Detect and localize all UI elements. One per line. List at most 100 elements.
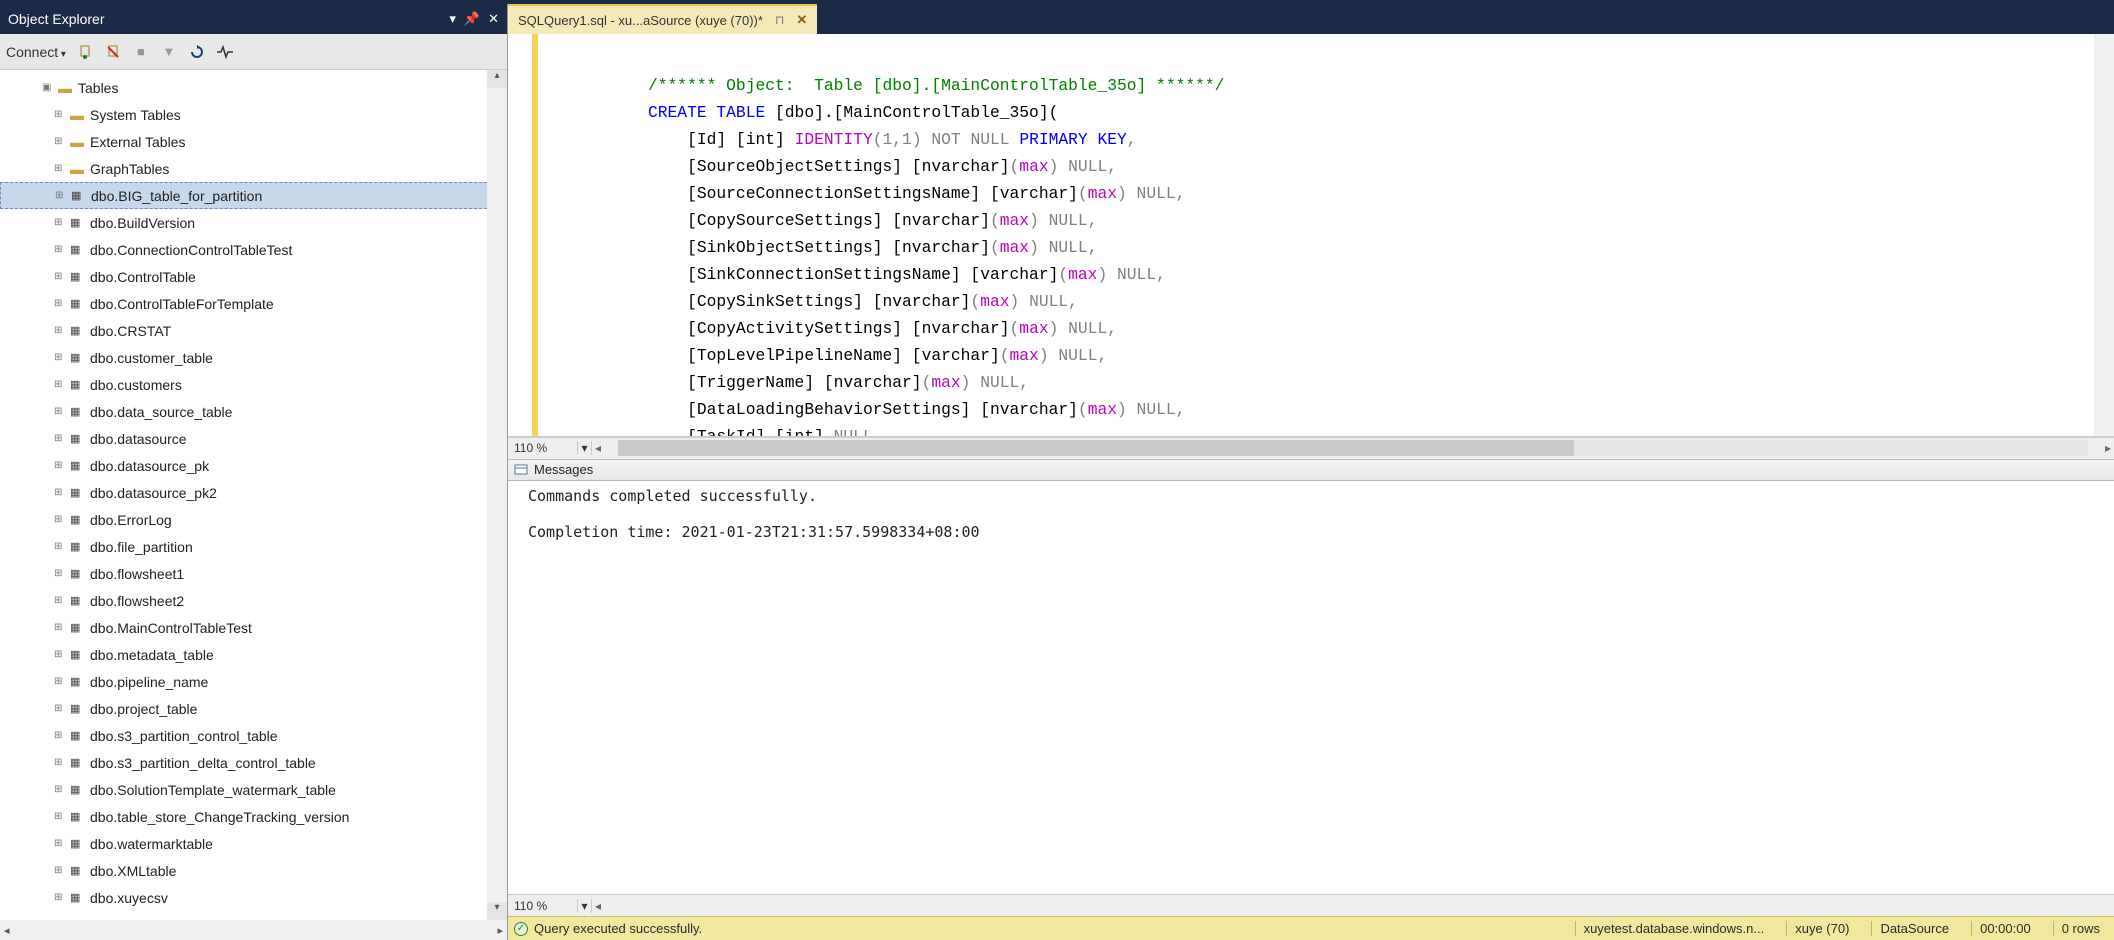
table-icon: ▦ [70,270,86,283]
tree-expander-icon[interactable]: ⊞ [54,568,68,579]
messages-tab-icon [514,464,528,476]
tree-item[interactable]: ⊞▦dbo.customer_table [0,344,507,371]
tree-vertical-scrollbar[interactable]: ▴ ▾ [487,70,507,920]
tree-item[interactable]: ⊞▦dbo.BuildVersion [0,209,507,236]
filter-icon[interactable]: ▼ [160,43,178,61]
tree-item[interactable]: ⊞▦dbo.MainControlTableTest [0,614,507,641]
tree-expander-icon[interactable]: ⊞ [54,892,68,903]
tree-expander-icon[interactable]: ⊞ [54,379,68,390]
editor-vertical-scrollbar[interactable] [2094,34,2114,436]
close-icon[interactable]: ✕ [488,11,499,27]
tree-item[interactable]: ⊞▦dbo.CRSTAT [0,317,507,344]
tree-expander-icon[interactable]: ⊞ [54,244,68,255]
refresh-icon[interactable] [188,43,206,61]
tree-expander-icon[interactable]: ⊞ [54,514,68,525]
tree-item[interactable]: ⊞▦dbo.project_table [0,695,507,722]
tree-item[interactable]: ⊞▦dbo.s3_partition_delta_control_table [0,749,507,776]
tree-item-label: External Tables [90,134,185,150]
editor-zoom-value[interactable]: 110 % [508,441,578,455]
disconnect-server-icon[interactable] [104,43,122,61]
hscroll-left-icon[interactable]: ◂ [592,441,604,455]
editor-zoom-dropdown-icon[interactable]: ▾ [578,441,592,455]
tree-expander-icon[interactable]: ⊞ [54,163,68,174]
tree-expander-icon[interactable]: ⊞ [54,676,68,687]
pin-icon[interactable]: 📌 [464,11,480,27]
tree-expander-icon[interactable]: ⊞ [54,649,68,660]
tree-item[interactable]: ⊞▦dbo.customers [0,371,507,398]
sql-editor[interactable]: /****** Object: Table [dbo].[MainControl… [508,34,2114,437]
tree-item[interactable]: ⊞▦dbo.flowsheet1 [0,560,507,587]
tree-item[interactable]: ⊞▦dbo.XMLtable [0,857,507,884]
tree-expander-icon[interactable]: ⊞ [54,865,68,876]
tree-expander-icon[interactable]: ⊞ [54,703,68,714]
messages-output[interactable]: Commands completed successfully. Complet… [508,481,2114,895]
stop-icon[interactable]: ■ [132,43,150,61]
tree-item[interactable]: ⊞▦dbo.datasource_pk [0,452,507,479]
activity-icon[interactable] [216,43,234,61]
tree-expander-icon[interactable]: ⊞ [54,757,68,768]
tree-item-label: dbo.watermarktable [90,836,213,852]
tree-item-label: dbo.datasource_pk [90,458,209,474]
tree-expander-icon[interactable]: ⊞ [54,406,68,417]
editor-horizontal-scrollbar[interactable] [618,440,2088,456]
tree-expander-icon[interactable]: ⊞ [54,838,68,849]
tree-expander-icon[interactable]: ⊞ [54,487,68,498]
object-explorer-tree[interactable]: ▣▬Tables⊞▬System Tables⊞▬External Tables… [0,70,507,920]
tree-horizontal-scrollbar[interactable]: ◂▸ [0,920,507,940]
object-explorer-header[interactable]: Object Explorer ▾ 📌 ✕ [0,4,507,34]
tree-item[interactable]: ▣▬Tables [0,74,507,101]
tree-item[interactable]: ⊞▦dbo.metadata_table [0,641,507,668]
window-position-icon[interactable]: ▾ [449,11,456,27]
tree-item[interactable]: ⊞▦dbo.s3_partition_control_table [0,722,507,749]
messages-zoom-value[interactable]: 110 % [508,899,578,913]
tree-expander-icon[interactable]: ⊞ [54,811,68,822]
tree-expander-icon[interactable]: ▣ [42,82,56,93]
tree-expander-icon[interactable]: ⊞ [54,136,68,147]
tree-item[interactable]: ⊞▦dbo.data_source_table [0,398,507,425]
tree-expander-icon[interactable]: ⊞ [54,460,68,471]
tree-item[interactable]: ⊞▦dbo.watermarktable [0,830,507,857]
tree-expander-icon[interactable]: ⊞ [54,109,68,120]
tree-item[interactable]: ⊞▦dbo.table_store_ChangeTracking_version [0,803,507,830]
tree-expander-icon[interactable]: ⊞ [54,325,68,336]
tree-expander-icon[interactable]: ⊞ [54,271,68,282]
tree-item[interactable]: ⊞▦dbo.SolutionTemplate_watermark_table [0,776,507,803]
tree-item[interactable]: ⊞▦dbo.file_partition [0,533,507,560]
tree-item[interactable]: ⊞▦dbo.datasource [0,425,507,452]
tree-expander-icon[interactable]: ⊞ [54,352,68,363]
tree-expander-icon[interactable]: ⊞ [54,595,68,606]
tab-pin-icon[interactable]: ⊓ [775,13,784,27]
sql-code-text[interactable]: /****** Object: Table [dbo].[MainControl… [538,34,2114,436]
msg-hscroll-left-icon[interactable]: ◂ [592,899,604,913]
messages-zoom-dropdown-icon[interactable]: ▾ [578,899,592,913]
tree-item[interactable]: ⊞▦dbo.xuyecsv [0,884,507,911]
tree-expander-icon[interactable]: ⊞ [54,730,68,741]
tree-item[interactable]: ⊞▦dbo.pipeline_name [0,668,507,695]
tree-expander-icon[interactable]: ⊞ [55,190,69,201]
hscroll-right-icon[interactable]: ▸ [2102,441,2114,455]
tree-item[interactable]: ⊞▦dbo.ControlTable [0,263,507,290]
tab-sqlquery1[interactable]: SQLQuery1.sql - xu...aSource (xuye (70))… [508,4,817,34]
tree-item[interactable]: ⊞▬External Tables [0,128,507,155]
tree-expander-icon[interactable]: ⊞ [54,784,68,795]
tree-item[interactable]: ⊞▬GraphTables [0,155,507,182]
messages-tab-label: Messages [534,462,593,477]
tree-item[interactable]: ⊞▦dbo.flowsheet2 [0,587,507,614]
table-icon: ▦ [70,648,86,661]
tab-close-icon[interactable]: ✕ [796,12,807,28]
tree-item[interactable]: ⊞▦dbo.ConnectionControlTableTest [0,236,507,263]
tree-item[interactable]: ⊞▬System Tables [0,101,507,128]
tree-item-label: dbo.datasource [90,431,187,447]
tree-expander-icon[interactable]: ⊞ [54,433,68,444]
connect-button[interactable]: Connect [6,44,66,60]
tree-expander-icon[interactable]: ⊞ [54,298,68,309]
tree-expander-icon[interactable]: ⊞ [54,541,68,552]
tree-item[interactable]: ⊞▦dbo.BIG_table_for_partition [0,182,507,209]
tree-item[interactable]: ⊞▦dbo.ControlTableForTemplate [0,290,507,317]
tree-item[interactable]: ⊞▦dbo.datasource_pk2 [0,479,507,506]
connect-server-icon[interactable] [76,43,94,61]
tree-item[interactable]: ⊞▦dbo.ErrorLog [0,506,507,533]
tree-expander-icon[interactable]: ⊞ [54,217,68,228]
tree-expander-icon[interactable]: ⊞ [54,622,68,633]
messages-tab-header[interactable]: Messages [508,459,2114,481]
